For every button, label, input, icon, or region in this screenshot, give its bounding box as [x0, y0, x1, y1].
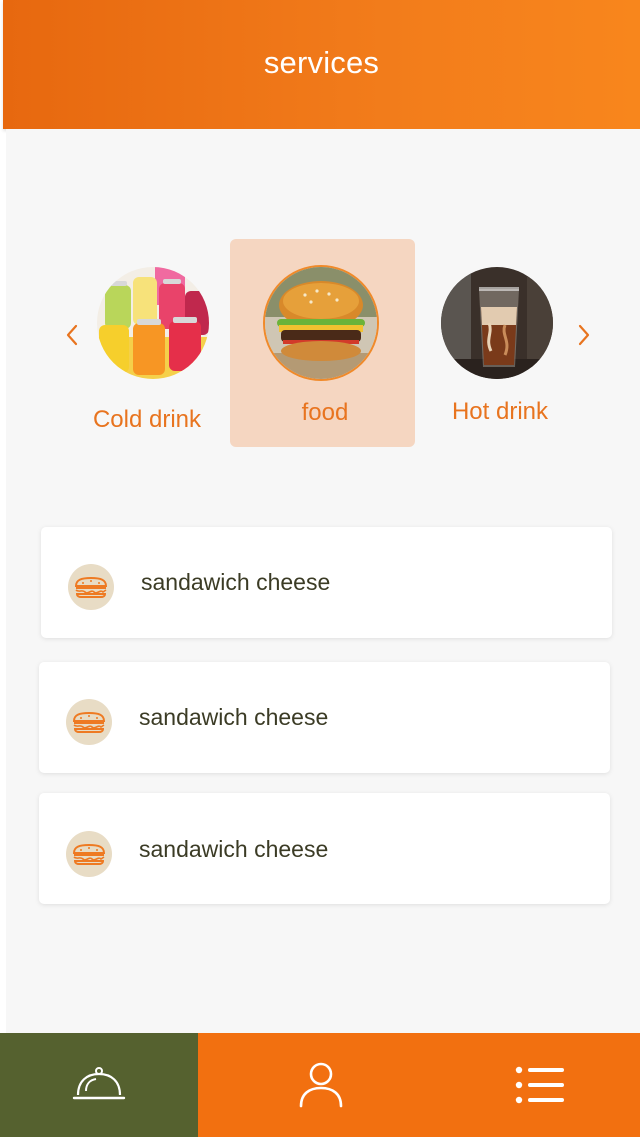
- page-title: services: [263, 44, 380, 80]
- chevron-right-icon: [578, 324, 590, 346]
- nav-profile-icon-wrap[interactable]: [280, 1033, 362, 1137]
- list-icon: [515, 1066, 564, 1104]
- item-label: sandawich cheese: [141, 569, 331, 595]
- carousel-next-button[interactable]: [574, 320, 594, 350]
- category-label-cold-drink: Cold drink: [92, 406, 202, 433]
- app-header: services: [3, 0, 640, 129]
- sandwich-icon: [66, 831, 112, 877]
- sandwich-icon: [68, 564, 114, 610]
- iced-coffee-photo: [441, 267, 553, 379]
- sandwich-icon: [66, 699, 112, 745]
- nav-services-button[interactable]: [0, 1033, 198, 1137]
- category-label-hot-drink: Hot drink: [451, 398, 549, 425]
- chevron-left-icon: [66, 324, 78, 346]
- category-food[interactable]: food: [230, 239, 415, 447]
- nav-menu-button[interactable]: [500, 1033, 580, 1137]
- category-cold-drink[interactable]: Cold drink: [80, 260, 220, 440]
- category-hot-drink[interactable]: Hot drink: [430, 260, 570, 440]
- list-item[interactable]: sandawich cheese: [39, 662, 610, 773]
- bottom-nav: [0, 1033, 640, 1137]
- cloche-icon: [72, 1067, 126, 1100]
- item-label: sandawich cheese: [139, 704, 329, 730]
- burger-photo: [265, 267, 377, 379]
- cold-drink-photo: [97, 267, 209, 379]
- list-item[interactable]: sandawich cheese: [41, 527, 612, 638]
- list-item[interactable]: sandawich cheese: [39, 793, 610, 904]
- category-label-food: food: [301, 399, 349, 426]
- item-label: sandawich cheese: [139, 836, 329, 862]
- carousel-prev-button[interactable]: [62, 320, 82, 350]
- user-icon: [299, 1062, 343, 1108]
